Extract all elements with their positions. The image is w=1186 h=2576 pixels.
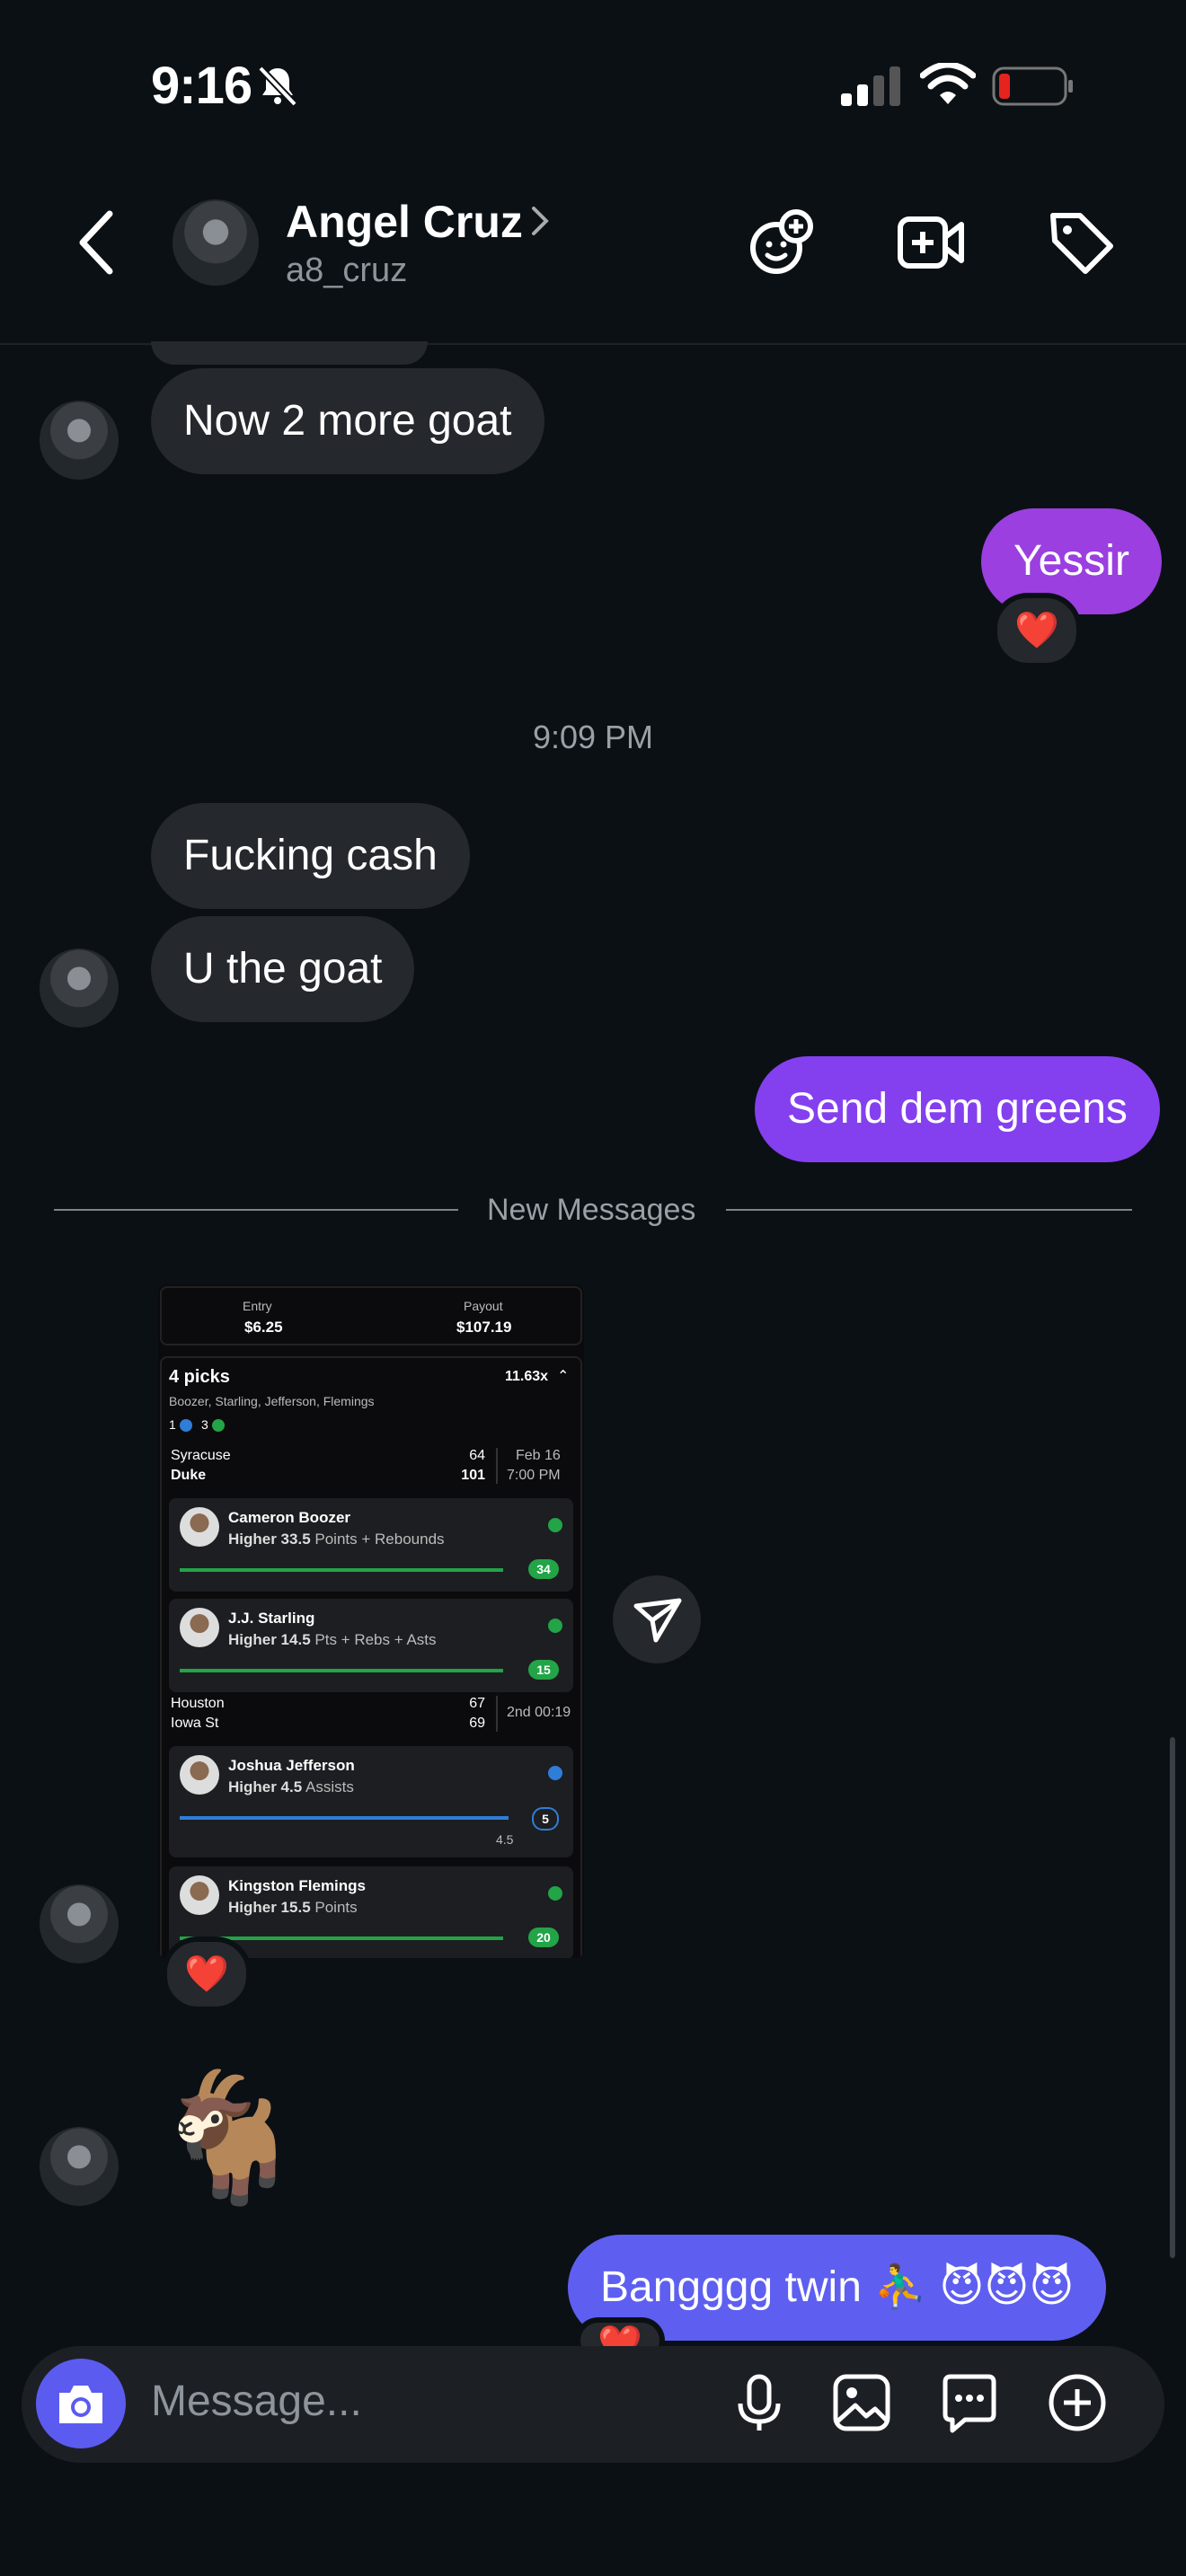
- game-date: Feb 16: [516, 1448, 561, 1463]
- live-dot-icon: [180, 1419, 192, 1432]
- contact-name[interactable]: Angel Cruz: [286, 196, 523, 248]
- message-incoming[interactable]: Now 2 more goat: [151, 368, 544, 474]
- chat-options-icon[interactable]: [938, 2371, 1001, 2434]
- entry-label: Entry: [243, 1299, 272, 1313]
- status-time: 9:16: [151, 57, 252, 115]
- signal-icon: [841, 66, 900, 106]
- bell-slash-icon: [258, 66, 297, 107]
- avatar[interactable]: [40, 948, 119, 1028]
- emoji-message[interactable]: 🐐: [151, 2066, 307, 2210]
- live-dot-icon: [548, 1766, 562, 1780]
- game-divider: [496, 1696, 498, 1732]
- game-score: 69: [469, 1716, 485, 1731]
- new-messages-divider: New Messages: [487, 1193, 696, 1227]
- status-count: 3: [201, 1417, 208, 1432]
- avatar[interactable]: [173, 199, 259, 286]
- sticker-add-icon[interactable]: [746, 207, 818, 278]
- player-name: Kingston Flemings: [228, 1877, 366, 1894]
- result-pill: 15: [528, 1660, 559, 1680]
- back-icon[interactable]: [75, 208, 117, 277]
- gallery-icon[interactable]: [830, 2371, 893, 2434]
- game-team: Syracuse: [171, 1448, 231, 1463]
- payout-value: $107.19: [456, 1319, 512, 1336]
- progress-bar: [180, 1568, 503, 1572]
- result-pill: 5: [532, 1807, 559, 1831]
- check-icon: [548, 1886, 562, 1901]
- status-count: 1: [169, 1417, 176, 1432]
- game-divider: [496, 1448, 498, 1484]
- message-outgoing[interactable]: Send dem greens: [755, 1056, 1160, 1162]
- video-add-icon[interactable]: [895, 207, 967, 278]
- game-time: 7:00 PM: [507, 1468, 561, 1483]
- reaction-heart[interactable]: ❤️: [162, 1936, 252, 2012]
- game-clock: 2nd 00:19: [507, 1705, 571, 1720]
- target-marker: 4.5: [496, 1832, 514, 1847]
- game-team: Iowa St: [171, 1716, 219, 1731]
- send-icon[interactable]: [613, 1575, 701, 1663]
- reaction-heart[interactable]: ❤️: [992, 593, 1082, 668]
- player-avatar: [180, 1608, 219, 1647]
- chevron-up-icon: ⌃: [557, 1369, 570, 1384]
- check-icon: [548, 1619, 562, 1633]
- multiplier: 11.63x: [505, 1369, 549, 1384]
- picks-box: 4 picks 11.63x ⌃ Boozer, Starling, Jeffe…: [160, 1356, 582, 1958]
- player-name: J.J. Starling: [228, 1610, 315, 1627]
- plus-icon[interactable]: [1046, 2371, 1109, 2434]
- battery-icon: [992, 66, 1073, 106]
- game-team: Houston: [171, 1696, 225, 1711]
- result-pill: 34: [528, 1559, 559, 1579]
- check-icon: [212, 1419, 225, 1432]
- players-line: Boozer, Starling, Jefferson, Flemings: [169, 1394, 375, 1408]
- previous-message-edge: [151, 341, 428, 365]
- pick-card: Joshua Jefferson Higher 4.5 Assists 5 4.…: [169, 1746, 573, 1857]
- entry-value: $6.25: [244, 1319, 283, 1336]
- tag-icon[interactable]: [1046, 207, 1118, 278]
- divider-line: [54, 1209, 458, 1211]
- mic-icon[interactable]: [728, 2371, 791, 2434]
- wifi-icon: [920, 63, 976, 104]
- progress-bar: [180, 1816, 509, 1820]
- message-incoming[interactable]: U the goat: [151, 916, 415, 1022]
- game-score: 67: [469, 1696, 485, 1711]
- player-name: Cameron Boozer: [228, 1509, 351, 1526]
- check-icon: [548, 1518, 562, 1532]
- player-name: Joshua Jefferson: [228, 1757, 355, 1774]
- pick-card: Cameron Boozer Higher 33.5 Points + Rebo…: [169, 1498, 573, 1592]
- progress-bar: [180, 1669, 503, 1672]
- message-incoming[interactable]: Fucking cash: [151, 803, 470, 909]
- camera-icon[interactable]: [56, 2380, 106, 2427]
- avatar[interactable]: [40, 2127, 119, 2206]
- result-pill: 20: [528, 1928, 559, 1947]
- scrollbar[interactable]: [1170, 1737, 1175, 2258]
- contact-username[interactable]: a8_cruz: [286, 251, 407, 290]
- pick-line: Higher 14.5 Pts + Rebs + Asts: [228, 1631, 437, 1648]
- game-score: 101: [461, 1468, 485, 1483]
- pick-line: Higher 4.5 Assists: [228, 1778, 354, 1795]
- chevron-right-icon[interactable]: [528, 203, 552, 239]
- pick-line: Higher 15.5 Points: [228, 1899, 358, 1916]
- message-input[interactable]: Message...: [151, 2377, 362, 2426]
- divider-line: [726, 1209, 1132, 1211]
- timestamp: 9:09 PM: [532, 719, 654, 755]
- pick-card: J.J. Starling Higher 14.5 Pts + Rebs + A…: [169, 1599, 573, 1692]
- player-avatar: [180, 1755, 219, 1795]
- player-avatar: [180, 1507, 219, 1547]
- avatar[interactable]: [40, 1884, 119, 1963]
- avatar[interactable]: [40, 401, 119, 480]
- entry-payout-box: Entry $6.25 Payout $107.19: [160, 1286, 582, 1345]
- game-team: Duke: [171, 1468, 207, 1483]
- pick-line: Higher 33.5 Points + Rebounds: [228, 1531, 445, 1548]
- payout-label: Payout: [464, 1299, 503, 1313]
- shared-image[interactable]: Entry $6.25 Payout $107.19 4 picks 11.63…: [158, 1284, 584, 1958]
- player-avatar: [180, 1875, 219, 1915]
- picks-title: 4 picks: [169, 1367, 230, 1387]
- game-score: 64: [469, 1448, 485, 1463]
